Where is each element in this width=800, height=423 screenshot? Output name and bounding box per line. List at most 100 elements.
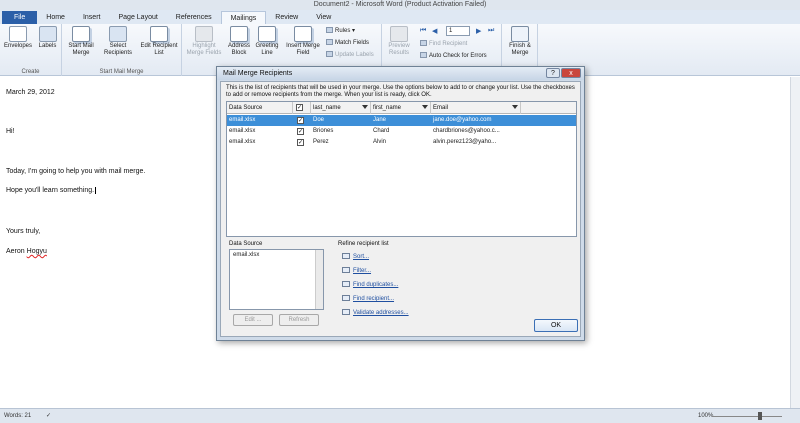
sort-link[interactable]: Sort...	[342, 253, 369, 260]
data-source-list[interactable]: email.xlsx	[229, 249, 324, 310]
doc-signature: Aeron Hogyu	[6, 248, 47, 255]
data-source-label: Data Source	[229, 241, 263, 247]
group-title-start: Start Mail Merge	[99, 69, 144, 75]
tab-view[interactable]: View	[307, 11, 340, 24]
column-checkbox[interactable]: ✓	[293, 102, 311, 114]
document-icon	[72, 26, 90, 42]
highlight-icon	[195, 26, 213, 42]
select-all-checkbox[interactable]: ✓	[296, 104, 303, 111]
find-duplicates-link[interactable]: Find duplicates...	[342, 281, 398, 288]
row-checkbox[interactable]: ✓	[297, 139, 304, 146]
doc-greeting: Hi!	[6, 128, 15, 135]
vertical-scrollbar[interactable]	[790, 77, 800, 408]
labels-icon	[38, 26, 57, 42]
list-scrollbar[interactable]	[315, 250, 323, 309]
merge-field-icon	[294, 26, 312, 42]
edit-recipient-list-button[interactable]: Edit Recipient List	[138, 26, 180, 57]
close-button[interactable]: x	[561, 68, 581, 78]
tab-review[interactable]: Review	[266, 11, 307, 24]
tab-home[interactable]: Home	[37, 11, 74, 24]
ribbon-tabs: File Home Insert Page Layout References …	[0, 10, 800, 24]
address-block-icon	[230, 26, 248, 42]
duplicates-icon	[342, 281, 350, 287]
find-recipient-icon	[342, 295, 350, 301]
first-record-icon[interactable]: ⏮	[420, 27, 426, 35]
dialog-body: This is the list of recipients that will…	[220, 81, 581, 337]
next-record-icon[interactable]: ▶	[476, 27, 481, 35]
envelopes-button[interactable]: Envelopes	[3, 26, 33, 50]
column-email[interactable]: Email	[431, 102, 521, 114]
edit-button[interactable]: Edit ...	[233, 314, 273, 326]
validate-icon	[342, 309, 350, 315]
find-icon	[420, 40, 427, 46]
tab-file[interactable]: File	[2, 11, 38, 24]
text-cursor	[95, 187, 99, 194]
sort-icon	[342, 253, 350, 259]
address-block-button[interactable]: Address Block	[226, 26, 252, 57]
dropdown-arrow-icon[interactable]	[362, 105, 368, 109]
greeting-line-icon	[258, 26, 276, 42]
record-number-input[interactable]: 1	[446, 26, 470, 36]
tab-insert[interactable]: Insert	[74, 11, 110, 24]
labels-button[interactable]: Labels	[35, 26, 60, 50]
tab-page-layout[interactable]: Page Layout	[109, 11, 166, 24]
zoom-slider-track[interactable]	[712, 416, 782, 417]
finish-merge-button[interactable]: Finish & Merge	[504, 26, 536, 57]
rules-icon	[326, 27, 333, 33]
find-recipient-button[interactable]: Find Recipient	[420, 40, 467, 48]
validate-addresses-link[interactable]: Validate addresses...	[342, 309, 409, 316]
doc-date: March 29, 2012	[6, 89, 55, 96]
grid-header: Data Source ✓ last_name first_name Email	[227, 102, 576, 114]
status-bar: Words: 21 ✓ 100%	[0, 408, 800, 423]
table-row[interactable]: email.xlsx ✓ Doe Jane jane.doe@yahoo.com	[227, 115, 576, 126]
match-fields-button[interactable]: Match Fields	[326, 39, 369, 47]
check-errors-icon	[420, 52, 427, 58]
select-recipients-button[interactable]: Select Recipients	[100, 26, 136, 57]
window-title: Document2 - Microsoft Word (Product Acti…	[0, 0, 800, 10]
help-button[interactable]: ?	[546, 68, 560, 78]
row-checkbox[interactable]: ✓	[297, 117, 304, 124]
list-item[interactable]: email.xlsx	[233, 252, 259, 258]
auto-check-errors-button[interactable]: Auto Check for Errors	[420, 52, 487, 60]
last-record-icon[interactable]: ⏭	[488, 27, 494, 35]
zoom-slider-thumb[interactable]	[758, 412, 762, 420]
row-checkbox[interactable]: ✓	[297, 128, 304, 135]
tab-references[interactable]: References	[167, 11, 221, 24]
doc-closing: Yours truly,	[6, 228, 41, 235]
preview-results-button[interactable]: Preview Results	[384, 26, 414, 57]
update-labels-button[interactable]: Update Labels	[326, 51, 374, 59]
dropdown-arrow-icon[interactable]	[422, 105, 428, 109]
ok-button[interactable]: OK	[534, 319, 578, 332]
column-data-source[interactable]: Data Source	[227, 102, 293, 114]
insert-merge-field-button[interactable]: Insert Merge Field	[282, 26, 324, 57]
group-title-create: Create	[21, 69, 40, 75]
recipients-icon	[109, 26, 127, 42]
match-fields-icon	[326, 39, 333, 45]
refresh-button[interactable]: Refresh	[279, 314, 319, 326]
dialog-instructions: This is the list of recipients that will…	[226, 85, 575, 98]
word-count[interactable]: Words: 21	[4, 409, 31, 423]
column-first-name[interactable]: first_name	[371, 102, 431, 114]
rules-button[interactable]: Rules ▾	[326, 27, 355, 35]
proofing-icon[interactable]: ✓	[46, 409, 51, 423]
tab-mailings[interactable]: Mailings	[220, 11, 267, 24]
mail-merge-recipients-dialog: Mail Merge Recipients ? x This is the li…	[216, 66, 585, 341]
finish-merge-icon	[511, 26, 529, 42]
column-last-name[interactable]: last_name	[311, 102, 371, 114]
update-labels-icon	[326, 51, 333, 57]
edit-list-icon	[150, 26, 168, 42]
group-start-mail-merge: Start Mail Merge Select Recipients Edit …	[62, 24, 182, 76]
filter-link[interactable]: Filter...	[342, 267, 371, 274]
highlight-merge-fields-button[interactable]: Highlight Merge Fields	[184, 26, 224, 57]
filter-icon	[342, 267, 350, 273]
recipients-grid: Data Source ✓ last_name first_name Email…	[226, 101, 577, 237]
find-recipient-link[interactable]: Find recipient...	[342, 295, 394, 302]
refine-recipient-list-label: Refine recipient list	[338, 241, 389, 247]
envelope-icon	[9, 26, 27, 42]
table-row[interactable]: email.xlsx ✓ Perez Alvin alvin.perez123@…	[227, 137, 576, 148]
greeting-line-button[interactable]: Greeting Line	[254, 26, 280, 57]
dropdown-arrow-icon[interactable]	[512, 105, 518, 109]
start-mail-merge-button[interactable]: Start Mail Merge	[64, 26, 98, 57]
table-row[interactable]: email.xlsx ✓ Briones Chard chardbriones@…	[227, 126, 576, 137]
previous-record-icon[interactable]: ◀	[432, 27, 437, 35]
